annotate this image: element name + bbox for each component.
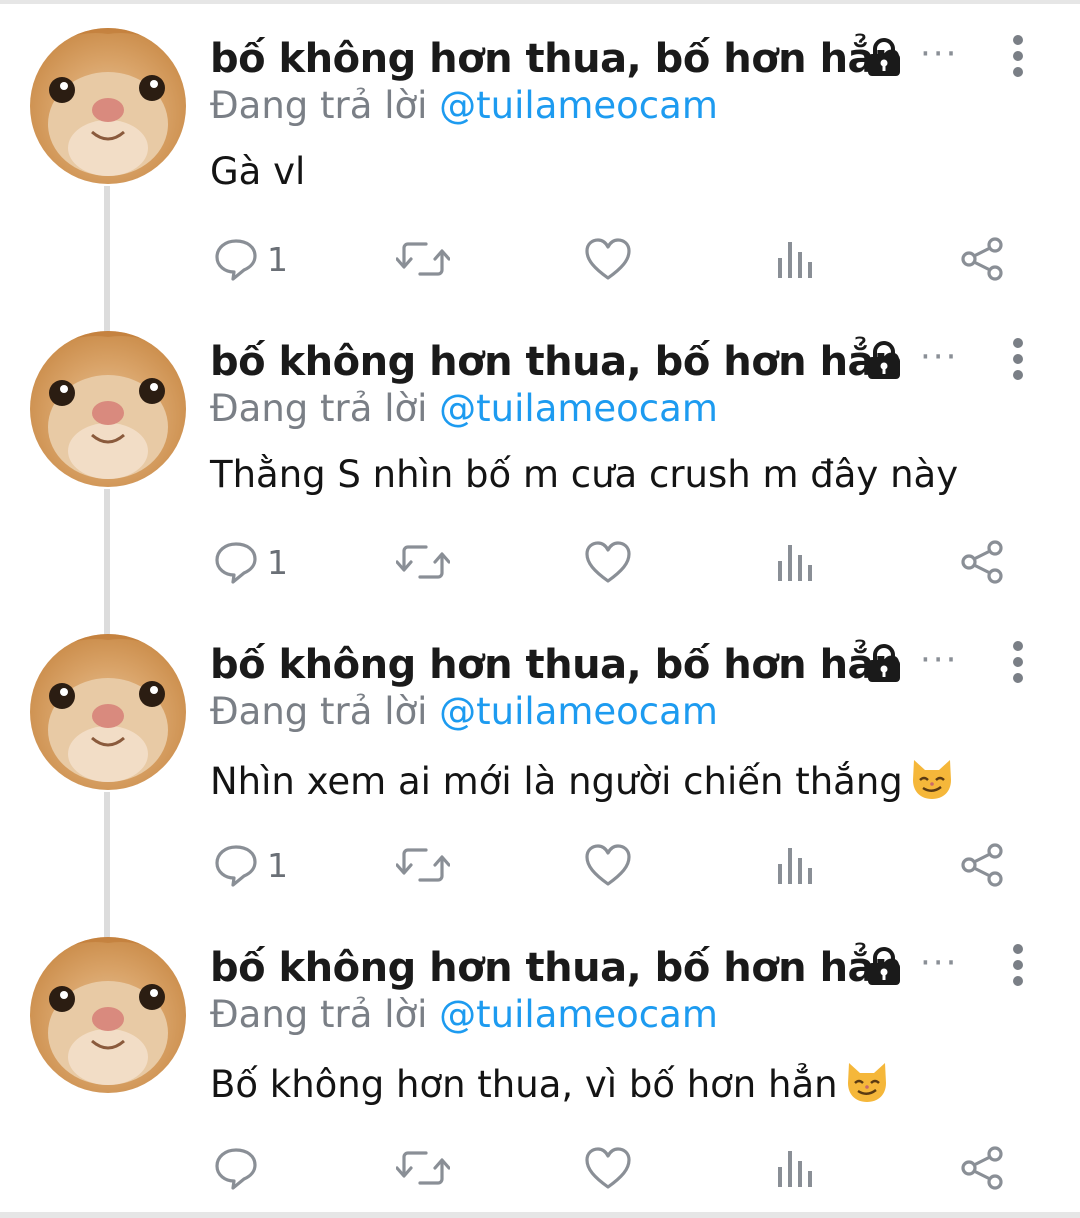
tweet-actions: 1 — [0, 232, 1080, 286]
tweet[interactable]: bố không hơn thua, bố hơn hẳn ··· Đang t… — [0, 909, 1080, 1212]
retweet-button[interactable] — [396, 535, 450, 589]
like-button[interactable] — [584, 535, 632, 589]
views-icon — [776, 236, 816, 282]
tweet-text: Thằng S nhìn bố m cưa crush m đây này — [210, 453, 958, 496]
like-icon — [584, 236, 632, 282]
tweet-text-content: Bố không hơn thua, vì bố hơn hẳn — [210, 1063, 838, 1106]
avatar[interactable] — [30, 28, 186, 184]
views-icon — [776, 842, 816, 888]
more-vertical-icon[interactable] — [1006, 34, 1030, 78]
tweet-text-content: Thằng S nhìn bố m cưa crush m đây này — [210, 453, 959, 496]
reply-icon — [213, 539, 259, 585]
display-name[interactable]: bố không hơn thua, bố hơn hẳn — [210, 945, 903, 991]
avatar[interactable] — [30, 331, 186, 487]
lock-icon — [862, 341, 906, 381]
share-icon — [960, 539, 1006, 585]
more-horizontal-icon: ··· — [920, 337, 959, 377]
like-icon — [584, 842, 632, 888]
lock-icon — [862, 947, 906, 987]
more-vertical-icon[interactable] — [1006, 943, 1030, 987]
views-icon — [776, 1145, 816, 1191]
tweet-text: Bố không hơn thua, vì bố hơn hẳn — [210, 1059, 890, 1106]
reply-button[interactable]: 1 — [213, 535, 288, 589]
reply-icon — [213, 1145, 259, 1191]
reply-count: 1 — [267, 845, 288, 885]
retweet-icon — [396, 842, 450, 888]
retweet-button[interactable] — [396, 838, 450, 892]
reply-prefix: Đang trả lời — [210, 993, 428, 1036]
bottom-divider — [0, 1212, 1080, 1218]
tweet-text: Gà vl — [210, 150, 305, 193]
reply-prefix: Đang trả lời — [210, 690, 428, 733]
display-name[interactable]: bố không hơn thua, bố hơn hẳn — [210, 36, 903, 82]
views-button[interactable] — [776, 232, 816, 286]
reply-handle-link[interactable]: @tuilameocam — [439, 690, 718, 733]
tweet-text-content: Gà vl — [210, 150, 306, 193]
display-name[interactable]: bố không hơn thua, bố hơn hẳn — [210, 339, 903, 385]
retweet-icon — [396, 1145, 450, 1191]
reply-handle-link[interactable]: @tuilameocam — [439, 993, 718, 1036]
views-icon — [776, 539, 816, 585]
retweet-icon — [396, 236, 450, 282]
reply-icon — [213, 236, 259, 282]
like-button[interactable] — [584, 232, 632, 286]
more-horizontal-icon: ··· — [920, 640, 959, 680]
reply-button[interactable]: 1 — [213, 232, 288, 286]
reply-context: Đang trả lời @tuilameocam — [210, 993, 718, 1036]
share-button[interactable] — [960, 535, 1006, 589]
display-name[interactable]: bố không hơn thua, bố hơn hẳn — [210, 642, 903, 688]
retweet-button[interactable] — [396, 1141, 450, 1195]
views-button[interactable] — [776, 535, 816, 589]
tweet[interactable]: bố không hơn thua, bố hơn hẳn ··· Đang t… — [0, 606, 1080, 909]
more-vertical-icon[interactable] — [1006, 337, 1030, 381]
retweet-button[interactable] — [396, 232, 450, 286]
share-icon — [960, 842, 1006, 888]
tweet[interactable]: bố không hơn thua, bố hơn hẳn ··· Đang t… — [0, 0, 1080, 303]
lock-icon — [862, 644, 906, 684]
reply-button[interactable]: 1 — [213, 838, 288, 892]
reply-prefix: Đang trả lời — [210, 387, 428, 430]
smirking-cat-icon — [912, 760, 951, 799]
reply-context: Đang trả lời @tuilameocam — [210, 84, 718, 127]
reply-prefix: Đang trả lời — [210, 84, 428, 127]
share-icon — [960, 236, 1006, 282]
share-icon — [960, 1145, 1006, 1191]
tweet-actions: 1 — [0, 535, 1080, 589]
views-button[interactable] — [776, 838, 816, 892]
tweet-text: Nhìn xem ai mới là người chiến thắng — [210, 756, 955, 803]
like-button[interactable] — [584, 1141, 632, 1195]
like-icon — [584, 539, 632, 585]
reply-count: 1 — [267, 542, 288, 582]
like-icon — [584, 1145, 632, 1191]
reply-icon — [213, 842, 259, 888]
views-button[interactable] — [776, 1141, 816, 1195]
reply-count: 1 — [267, 239, 288, 279]
more-vertical-icon[interactable] — [1006, 640, 1030, 684]
tweet-text-content: Nhìn xem ai mới là người chiến thắng — [210, 760, 903, 803]
reply-handle-link[interactable]: @tuilameocam — [439, 84, 718, 127]
tweet-actions: 1 — [0, 838, 1080, 892]
lock-icon — [862, 38, 906, 78]
share-button[interactable] — [960, 232, 1006, 286]
more-horizontal-icon: ··· — [920, 34, 959, 74]
reply-context: Đang trả lời @tuilameocam — [210, 387, 718, 430]
reply-button[interactable] — [213, 1141, 267, 1195]
avatar[interactable] — [30, 634, 186, 790]
like-button[interactable] — [584, 838, 632, 892]
share-button[interactable] — [960, 1141, 1006, 1195]
share-button[interactable] — [960, 838, 1006, 892]
avatar[interactable] — [30, 937, 186, 1093]
reply-context: Đang trả lời @tuilameocam — [210, 690, 718, 733]
more-horizontal-icon: ··· — [920, 943, 959, 983]
tweet[interactable]: bố không hơn thua, bố hơn hẳn ··· Đang t… — [0, 303, 1080, 606]
tweet-actions — [0, 1141, 1080, 1195]
smirking-cat-icon — [847, 1063, 886, 1102]
retweet-icon — [396, 539, 450, 585]
reply-handle-link[interactable]: @tuilameocam — [439, 387, 718, 430]
